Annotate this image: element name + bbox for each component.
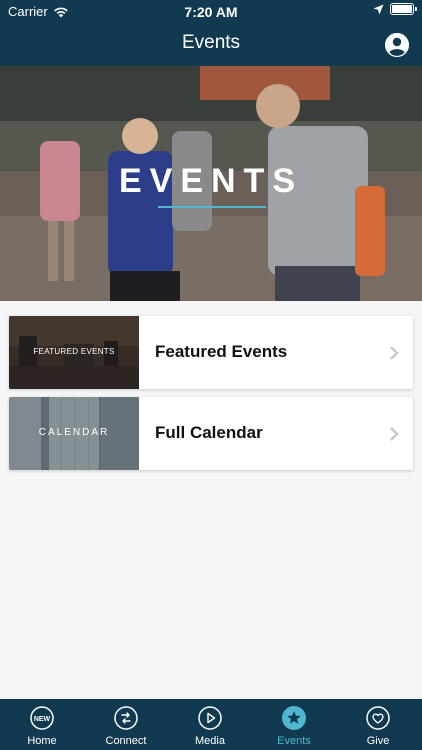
featured-events-card[interactable]: FEATURED EVENTS Featured Events — [9, 316, 413, 389]
hero-banner: EVENTS — [0, 66, 422, 301]
tab-give-label: Give — [366, 735, 390, 747]
calendar-thumb-label: CALENDAR — [38, 427, 110, 438]
featured-events-thumb-label: FEATURED EVENTS — [33, 347, 115, 356]
tab-events-label: Events — [277, 735, 311, 747]
calendar-thumbnail: CALENDAR — [9, 397, 139, 470]
hero-divider — [158, 206, 266, 208]
full-calendar-title: Full Calendar — [155, 423, 263, 442]
play-icon — [198, 706, 222, 730]
featured-events-thumbnail: FEATURED EVENTS — [9, 316, 139, 389]
status-indicators — [373, 3, 417, 15]
tab-events[interactable]: Events — [252, 699, 336, 750]
chevron-right-icon — [390, 427, 399, 441]
star-icon — [282, 706, 306, 730]
user-icon — [385, 33, 409, 57]
svg-text:NEW: NEW — [34, 716, 51, 723]
tab-bar: NEW Home Connect Media Events Give — [0, 699, 422, 750]
battery-icon — [390, 3, 417, 15]
full-calendar-card[interactable]: CALENDAR Full Calendar — [9, 397, 413, 470]
location-arrow-icon — [373, 4, 384, 14]
profile-button[interactable] — [385, 33, 409, 57]
hero-title: EVENTS — [118, 162, 304, 200]
status-bar: Carrier 7:20 AM — [0, 0, 422, 22]
featured-events-title: Featured Events — [155, 342, 288, 361]
connect-icon — [114, 706, 138, 730]
app-header: Carrier 7:20 AM Events — [0, 0, 422, 66]
tab-give[interactable]: Give — [336, 699, 420, 750]
tab-media[interactable]: Media — [168, 699, 252, 750]
tab-connect[interactable]: Connect — [84, 699, 168, 750]
page-title: Events — [181, 32, 241, 53]
tab-home-label: Home — [27, 735, 57, 747]
status-time: 7:20 AM — [184, 4, 238, 20]
new-badge-icon: NEW — [30, 706, 54, 730]
tab-media-label: Media — [195, 735, 225, 747]
heart-icon — [366, 706, 390, 730]
tab-connect-label: Connect — [105, 735, 147, 747]
tab-home[interactable]: NEW Home — [0, 699, 84, 750]
chevron-right-icon — [390, 346, 399, 360]
